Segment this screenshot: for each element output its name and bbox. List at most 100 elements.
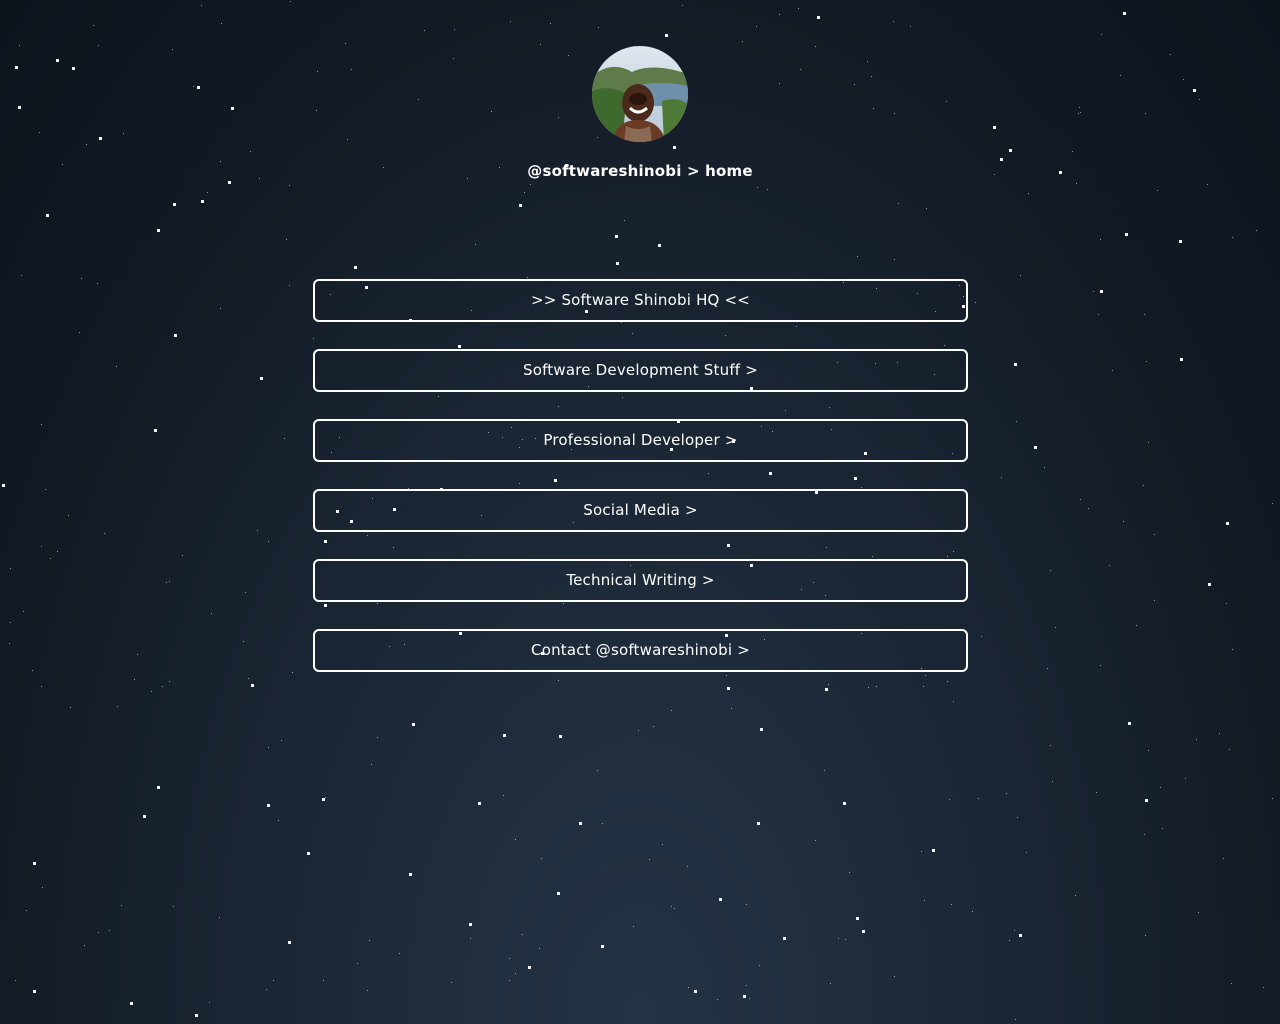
star — [856, 917, 859, 920]
star — [1014, 363, 1017, 366]
link-professional-developer[interactable]: Professional Developer > — [313, 419, 968, 462]
star — [845, 939, 846, 940]
star — [687, 866, 688, 867]
star — [469, 923, 472, 926]
star — [932, 849, 935, 852]
star — [46, 214, 49, 217]
star — [1144, 314, 1145, 315]
link-social-media[interactable]: Social Media > — [313, 489, 968, 532]
star — [453, 58, 454, 59]
star — [524, 192, 525, 193]
star — [281, 740, 282, 741]
star — [193, 86, 194, 87]
star — [130, 1002, 133, 1005]
star — [1006, 793, 1007, 794]
star — [522, 934, 523, 935]
star — [1154, 600, 1155, 601]
star — [1123, 12, 1126, 15]
star — [9, 643, 10, 644]
star — [953, 701, 954, 702]
star — [39, 132, 40, 133]
star — [510, 21, 511, 22]
star — [257, 530, 258, 531]
star — [757, 822, 760, 825]
star — [717, 999, 718, 1000]
star — [1185, 778, 1186, 779]
star — [409, 873, 412, 876]
star — [15, 66, 18, 69]
star — [1001, 477, 1002, 478]
star — [1096, 792, 1097, 793]
star — [893, 21, 894, 22]
star — [369, 940, 370, 941]
star — [1100, 665, 1101, 666]
star — [528, 966, 531, 969]
star — [86, 144, 87, 145]
star — [779, 14, 780, 15]
star — [10, 568, 11, 569]
star — [454, 29, 455, 30]
star — [838, 938, 839, 939]
star — [824, 770, 825, 771]
star — [23, 611, 24, 612]
star — [1101, 34, 1102, 35]
star — [760, 728, 763, 731]
star — [45, 489, 46, 490]
star — [1076, 183, 1077, 184]
star — [862, 930, 865, 933]
link-technical-writing[interactable]: Technical Writing > — [313, 559, 968, 602]
star — [371, 764, 372, 765]
star — [1219, 733, 1220, 734]
star — [817, 16, 820, 19]
link-software-shinobi-hq[interactable]: >> Software Shinobi HQ << — [313, 279, 968, 322]
star — [292, 672, 293, 673]
star — [1179, 240, 1182, 243]
star — [598, 27, 599, 28]
star — [873, 108, 874, 109]
star — [169, 581, 170, 582]
profile-handle: @softwareshinobi > home — [527, 162, 753, 180]
star — [1146, 361, 1147, 362]
star — [894, 113, 895, 114]
star — [1199, 99, 1200, 100]
star — [1148, 750, 1149, 751]
star — [746, 985, 747, 986]
star — [540, 44, 541, 45]
star — [857, 256, 858, 257]
star — [68, 515, 69, 516]
star — [541, 858, 542, 859]
link-contact[interactable]: Contact @softwareshinobi > — [313, 629, 968, 672]
star — [1015, 1019, 1016, 1020]
star — [719, 898, 722, 901]
star — [815, 840, 816, 841]
star — [367, 990, 368, 991]
star — [742, 41, 743, 42]
star — [84, 945, 85, 946]
star — [682, 5, 683, 6]
star — [228, 181, 231, 184]
star — [220, 308, 221, 309]
star — [70, 707, 71, 708]
star — [665, 34, 668, 37]
star — [195, 1014, 198, 1017]
star — [756, 26, 757, 27]
star — [307, 852, 310, 855]
star — [351, 69, 352, 70]
star — [602, 823, 603, 824]
star — [1034, 446, 1037, 449]
star — [248, 678, 249, 679]
star — [1100, 290, 1103, 293]
star — [1193, 89, 1196, 92]
star — [854, 84, 855, 85]
star — [201, 200, 204, 203]
star — [197, 86, 200, 89]
star — [1014, 930, 1015, 931]
star — [867, 61, 868, 62]
star — [509, 958, 510, 959]
star — [72, 67, 75, 70]
star — [1112, 370, 1113, 371]
link-software-development-stuff[interactable]: Software Development Stuff > — [313, 349, 968, 392]
star — [503, 734, 506, 737]
star — [597, 770, 598, 771]
star — [109, 930, 110, 931]
